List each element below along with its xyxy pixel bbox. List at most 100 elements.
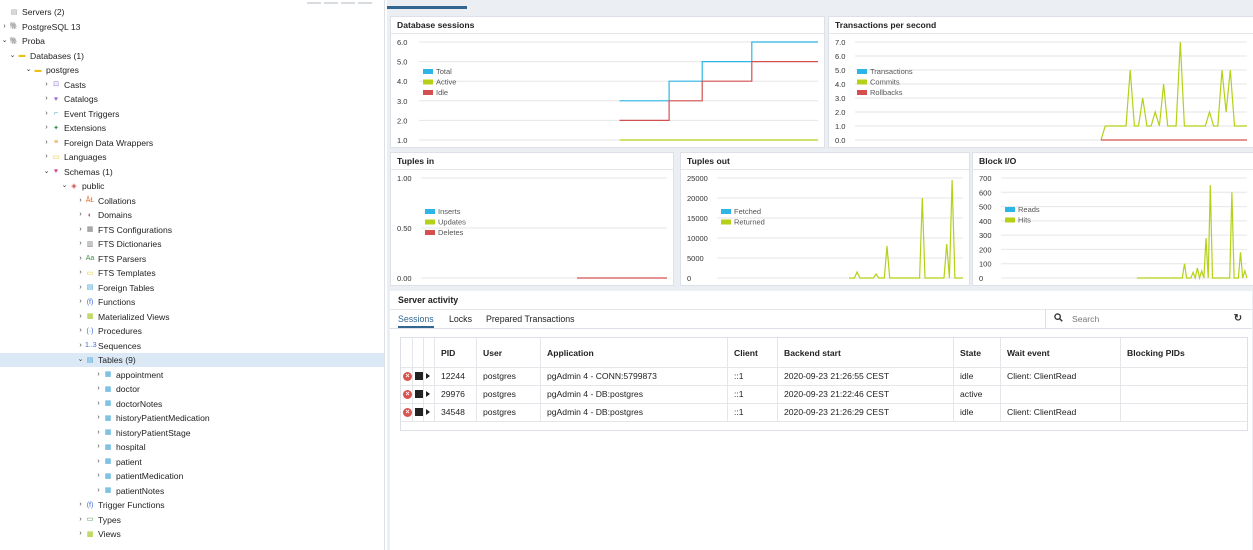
chevron-right-icon[interactable]: › xyxy=(42,107,51,121)
tuples-out-plot: 25000 20000 15000 10000 5000 0 Fetched Returned xyxy=(687,174,963,283)
application-cell: pgAdmin 4 - DB:postgres xyxy=(541,385,728,403)
chevron-right-icon[interactable]: › xyxy=(42,92,51,106)
tree-item-postgres[interactable]: ⌄ ▬ postgres xyxy=(0,63,79,77)
chevron-right-icon[interactable]: › xyxy=(94,397,103,411)
tree-item-materialized-views[interactable]: › ▩ Materialized Views xyxy=(0,310,169,324)
tree-item-hospital[interactable]: › ▦ hospital xyxy=(0,440,145,454)
tree-item-doctor[interactable]: › ▦ doctor xyxy=(0,382,140,396)
tree-item-casts[interactable]: › ⊡ Casts xyxy=(0,78,86,92)
cancel-query-icon[interactable] xyxy=(415,390,423,398)
tree-item-databases-1[interactable]: ⌄ ▬ Databases (1) xyxy=(0,49,84,63)
chevron-right-icon[interactable]: › xyxy=(76,498,85,512)
tree-item-sequences[interactable]: › 1..3 Sequences xyxy=(0,339,141,353)
tab-prepared-transactions[interactable]: Prepared Transactions xyxy=(486,310,575,328)
chevron-right-icon[interactable]: › xyxy=(76,223,85,237)
terminate-session-icon[interactable]: × xyxy=(403,371,412,381)
tree-item-tables-9[interactable]: ⌄ ▤ Tables (9) xyxy=(0,353,384,367)
chevron-right-icon[interactable]: › xyxy=(42,78,51,92)
object-browser-tree[interactable]: ▤ Servers (2) › 🐘 PostgreSQL 13 ⌄ 🐘 Proba ⌄ ▬ Data… xyxy=(0,0,385,550)
chevron-right-icon[interactable]: › xyxy=(76,281,85,295)
chevron-right-icon[interactable]: › xyxy=(76,527,85,541)
table-icon: ▦ xyxy=(104,487,112,494)
tree-item-historypatientmedication[interactable]: › ▦ historyPatientMedication xyxy=(0,411,209,425)
tree-item-patientnotes[interactable]: › ▦ patientNotes xyxy=(0,484,164,498)
tree-item-fts-parsers[interactable]: › Aa FTS Parsers xyxy=(0,252,146,266)
chevron-right-icon[interactable]: › xyxy=(76,208,85,222)
cancel-query-icon[interactable] xyxy=(415,372,423,380)
chevron-right-icon[interactable]: › xyxy=(76,339,85,353)
refresh-icon[interactable]: ↻ xyxy=(1228,310,1248,328)
tree-item-languages[interactable]: › ▭ Languages xyxy=(0,150,106,164)
series-line xyxy=(619,61,818,122)
expand-row-icon[interactable] xyxy=(426,373,430,379)
chevron-down-icon[interactable]: ⌄ xyxy=(76,353,85,367)
tree-item-postgresql-13[interactable]: › 🐘 PostgreSQL 13 xyxy=(0,20,80,34)
tree-item-views[interactable]: › ▩ Views xyxy=(0,527,120,541)
terminate-session-icon[interactable]: × xyxy=(403,389,412,399)
tree-item-catalogs[interactable]: › ♥ Catalogs xyxy=(0,92,98,106)
chevron-down-icon[interactable]: ⌄ xyxy=(24,63,33,77)
expand-row-icon[interactable] xyxy=(426,409,430,415)
casts-icon: ⊡ xyxy=(53,81,59,88)
tree-item-appointment[interactable]: › ▦ appointment xyxy=(0,368,163,382)
legend-swatch xyxy=(857,79,867,85)
application-cell: pgAdmin 4 - DB:postgres xyxy=(541,403,728,421)
fts-parser-icon: Aa xyxy=(85,255,95,262)
chevron-right-icon[interactable]: › xyxy=(42,121,51,135)
chevron-right-icon[interactable]: › xyxy=(94,440,103,454)
chevron-right-icon[interactable]: › xyxy=(76,194,85,208)
tree-item-historypatientstage[interactable]: › ▦ historyPatientStage xyxy=(0,426,190,440)
chevron-right-icon[interactable]: › xyxy=(94,484,103,498)
chevron-right-icon[interactable]: › xyxy=(0,20,9,34)
chevron-down-icon[interactable]: ⌄ xyxy=(60,179,69,193)
chevron-right-icon[interactable]: › xyxy=(94,368,103,382)
tree-item-procedures[interactable]: › (·) Procedures xyxy=(0,324,142,338)
tree-item-collations[interactable]: › ÅŁ Collations xyxy=(0,194,135,208)
tree-item-schemas-1[interactable]: ⌄ ♥ Schemas (1) xyxy=(0,165,113,179)
chevron-right-icon[interactable]: › xyxy=(42,150,51,164)
activity-search[interactable]: Search xyxy=(1045,310,1216,328)
chevron-right-icon[interactable]: › xyxy=(76,237,85,251)
legend-label: Deletes xyxy=(438,228,464,237)
tree-item-foreign-data-wrappers[interactable]: › ≡ Foreign Data Wrappers xyxy=(0,136,153,150)
tree-item-extensions[interactable]: › ✦ Extensions xyxy=(0,121,106,135)
chevron-right-icon[interactable]: › xyxy=(76,295,85,309)
tree-item-fts-configurations[interactable]: › ▦ FTS Configurations xyxy=(0,223,172,237)
chevron-right-icon[interactable]: › xyxy=(94,455,103,469)
chevron-right-icon[interactable]: › xyxy=(76,513,85,527)
tree-item-public[interactable]: ⌄ ◈ public xyxy=(0,179,105,193)
search-input[interactable]: Search xyxy=(1072,310,1099,328)
chevron-right-icon[interactable]: › xyxy=(76,266,85,280)
tree-item-patient[interactable]: › ▦ patient xyxy=(0,455,141,469)
tree-item-functions[interactable]: › (f) Functions xyxy=(0,295,135,309)
cancel-query-icon[interactable] xyxy=(415,408,423,416)
chevron-right-icon[interactable]: › xyxy=(76,310,85,324)
chevron-right-icon[interactable]: › xyxy=(94,469,103,483)
tree-item-fts-dictionaries[interactable]: › ▥ FTS Dictionaries xyxy=(0,237,161,251)
chevron-down-icon[interactable]: ⌄ xyxy=(0,34,9,48)
chevron-right-icon[interactable]: › xyxy=(76,324,85,338)
tree-item-doctornotes[interactable]: › ▦ doctorNotes xyxy=(0,397,162,411)
chevron-right-icon[interactable]: › xyxy=(42,136,51,150)
tree-item-fts-templates[interactable]: › ▭ FTS Templates xyxy=(0,266,155,280)
tree-item-servers-2[interactable]: ▤ Servers (2) xyxy=(0,5,65,19)
tab-sessions[interactable]: Sessions xyxy=(398,310,434,328)
y-tick-label: 5.0 xyxy=(397,58,407,67)
tree-item-event-triggers[interactable]: › ⌐ Event Triggers xyxy=(0,107,119,121)
chevron-down-icon[interactable]: ⌄ xyxy=(42,165,51,179)
chevron-right-icon[interactable]: › xyxy=(76,252,85,266)
tree-item-types[interactable]: › ▭ Types xyxy=(0,513,121,527)
tree-item-trigger-functions[interactable]: › (f) Trigger Functions xyxy=(0,498,164,512)
tree-item-patientmedication[interactable]: › ▦ patientMedication xyxy=(0,469,183,483)
tree-item-proba[interactable]: ⌄ 🐘 Proba xyxy=(0,34,45,48)
chevron-down-icon[interactable]: ⌄ xyxy=(8,49,17,63)
chevron-right-icon[interactable]: › xyxy=(94,411,103,425)
tree-item-foreign-tables[interactable]: › ▤ Foreign Tables xyxy=(0,281,154,295)
tree-item-domains[interactable]: › ◐ Domains xyxy=(0,208,132,222)
terminate-session-icon[interactable]: × xyxy=(403,407,412,417)
user-cell: postgres xyxy=(477,367,541,385)
chevron-right-icon[interactable]: › xyxy=(94,426,103,440)
tab-locks[interactable]: Locks xyxy=(449,310,472,328)
chevron-right-icon[interactable]: › xyxy=(94,382,103,396)
expand-row-icon[interactable] xyxy=(426,391,430,397)
